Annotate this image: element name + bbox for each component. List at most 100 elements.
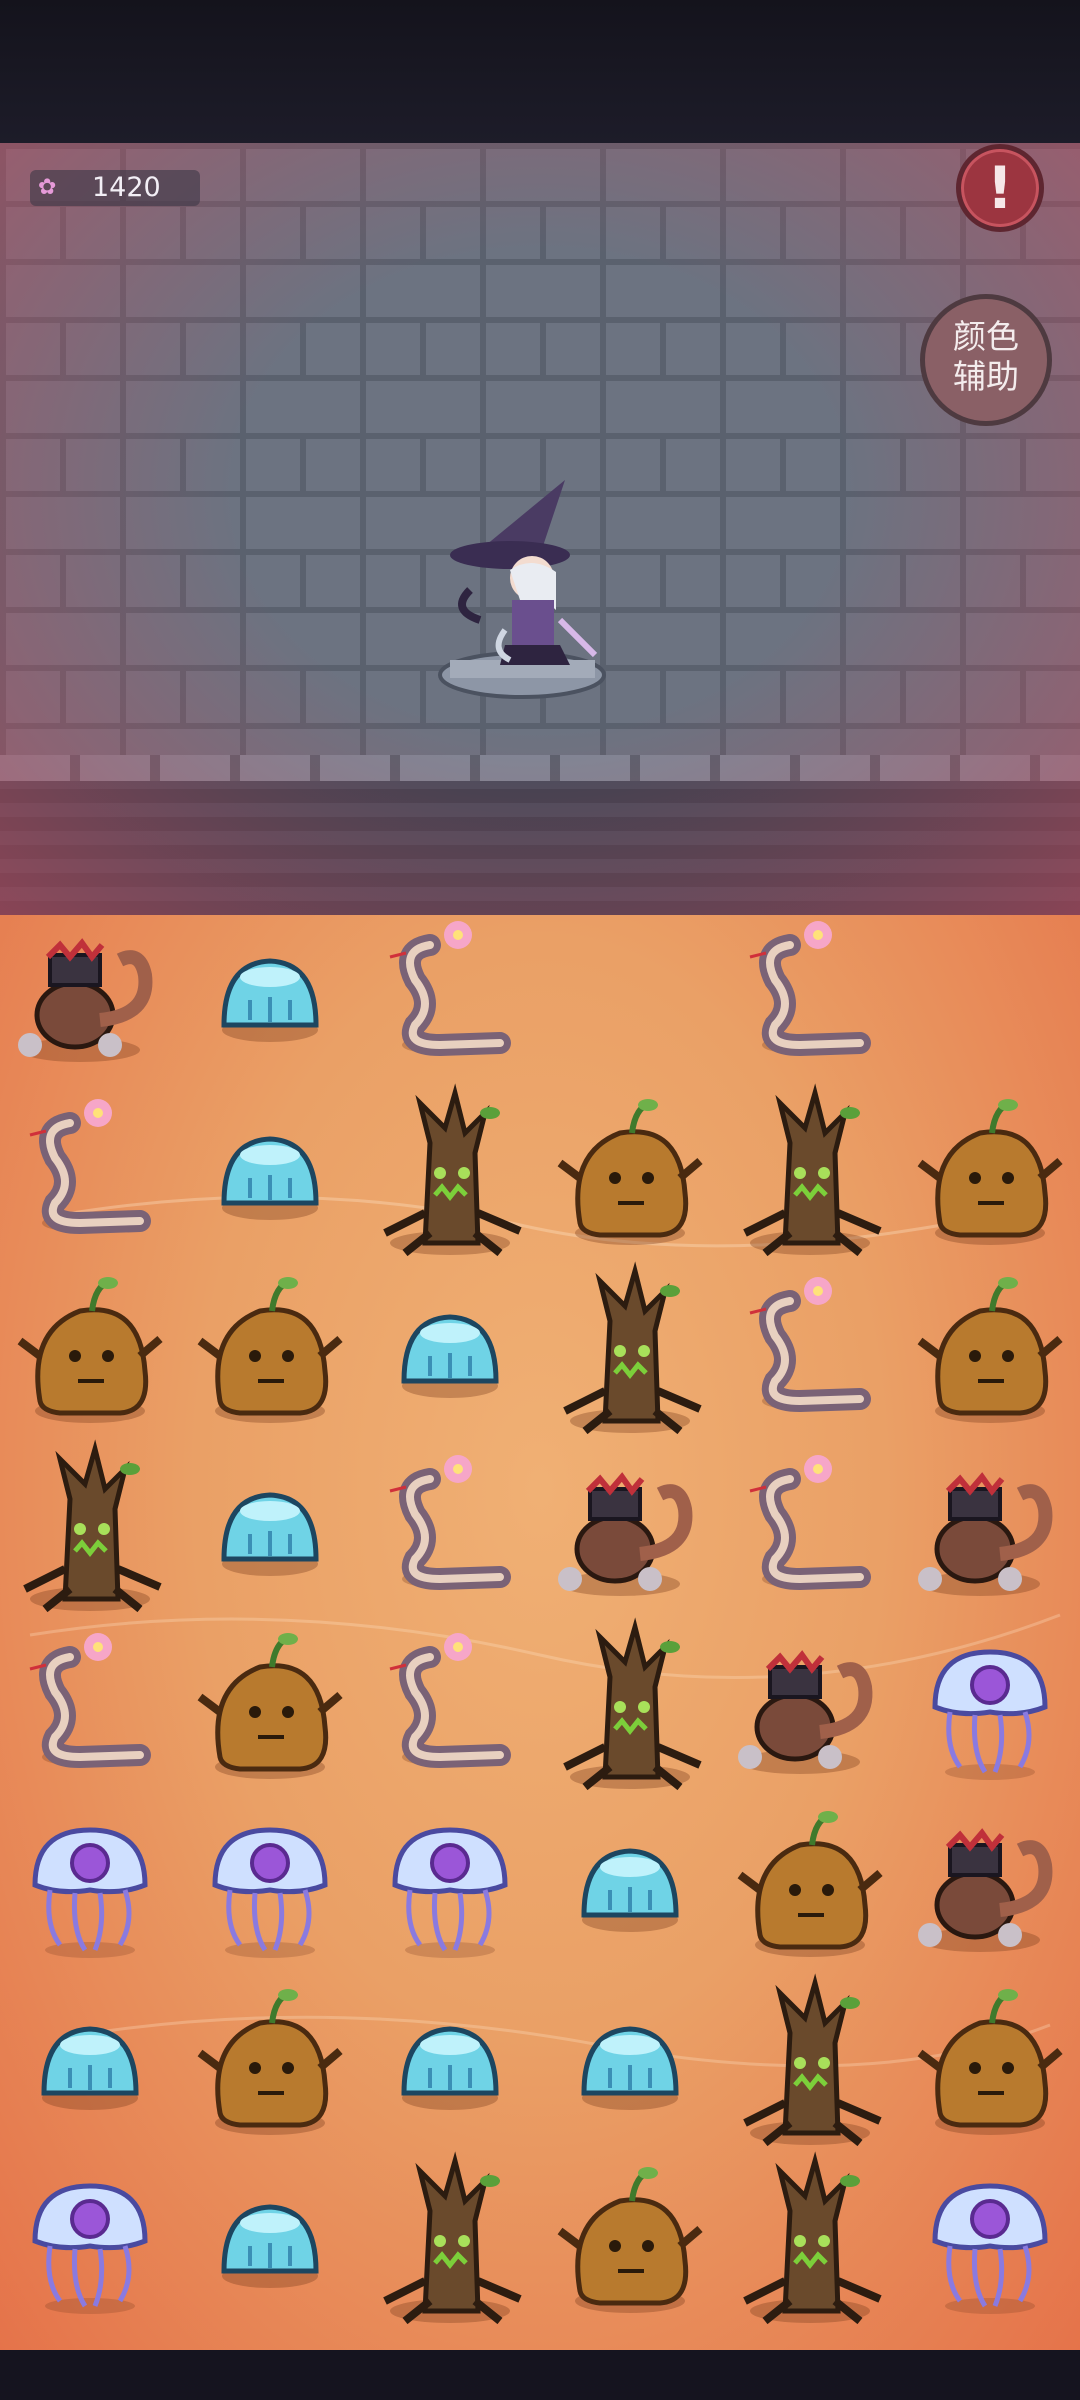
potato-icon: [917, 1099, 1063, 1245]
tile-snake[interactable]: [720, 915, 900, 1085]
tile-potato[interactable]: [900, 1261, 1080, 1441]
tile-potato[interactable]: [900, 1083, 1080, 1263]
top-status-bar: [0, 0, 1080, 143]
tile-scorpion[interactable]: [900, 1439, 1080, 1619]
snake-icon: [29, 1099, 151, 1235]
match-board[interactable]: [0, 915, 1080, 2350]
tree-icon: [383, 1083, 522, 1257]
slime-icon: [401, 2026, 499, 2110]
tile-potato[interactable]: [540, 1083, 720, 1263]
slime-icon: [221, 958, 319, 1042]
tile-potato[interactable]: [180, 1617, 360, 1797]
slime-icon: [401, 1314, 499, 1398]
flower-icon: ✿: [38, 175, 57, 200]
jellyfish-icon: [932, 2183, 1048, 2314]
tile-tree[interactable]: [0, 1439, 180, 1619]
scorpion-icon: [738, 1650, 873, 1774]
scorpion-icon: [918, 1472, 1053, 1596]
potato-icon: [557, 1099, 703, 1245]
bottom-bar: [0, 2350, 1080, 2400]
tile-jellyfish[interactable]: [0, 2151, 180, 2331]
tile-potato[interactable]: [540, 2151, 720, 2331]
tile-jellyfish[interactable]: [900, 2151, 1080, 2331]
potato-icon: [557, 2167, 703, 2313]
tile-tree[interactable]: [720, 1973, 900, 2153]
tile-scorpion[interactable]: [0, 915, 180, 1085]
tile-snake[interactable]: [360, 1617, 540, 1797]
tile-slime[interactable]: [360, 1973, 540, 2153]
tile-jellyfish[interactable]: [900, 1617, 1080, 1797]
alert-button[interactable]: !: [956, 144, 1044, 232]
tile-slime[interactable]: [360, 1261, 540, 1441]
snake-icon: [389, 1455, 511, 1591]
tile-jellyfish[interactable]: [0, 1795, 180, 1975]
tile-tree[interactable]: [360, 1083, 540, 1263]
tree-icon: [743, 1973, 882, 2147]
color-assist-button[interactable]: 颜色 辅助: [920, 294, 1052, 426]
potato-icon: [197, 1633, 343, 1779]
color-assist-label-line1: 颜色: [953, 317, 1019, 356]
tile-tree[interactable]: [540, 1261, 720, 1441]
tile-potato[interactable]: [720, 1795, 900, 1975]
potato-icon: [917, 1989, 1063, 2135]
tile-tree[interactable]: [720, 1083, 900, 1263]
jellyfish-icon: [932, 1649, 1048, 1780]
tile-scorpion[interactable]: [900, 1795, 1080, 1975]
snake-icon: [749, 1455, 871, 1591]
score-value: 1420: [92, 172, 161, 203]
tree-icon: [743, 1083, 882, 1257]
potato-icon: [197, 1989, 343, 2135]
tree-icon: [743, 2151, 882, 2325]
tile-tree[interactable]: [540, 1617, 720, 1797]
scorpion-icon: [558, 1472, 693, 1596]
tile-slime[interactable]: [180, 1439, 360, 1619]
tile-slime[interactable]: [540, 1795, 720, 1975]
tree-icon: [563, 1261, 702, 1435]
tile-potato[interactable]: [900, 1973, 1080, 2153]
jellyfish-icon: [212, 1827, 328, 1958]
score-counter: ✿ 1420: [30, 170, 200, 206]
slime-icon: [221, 2204, 319, 2288]
tile-tree[interactable]: [720, 2151, 900, 2331]
jellyfish-icon: [392, 1827, 508, 1958]
tile-snake[interactable]: [720, 1261, 900, 1441]
scorpion-icon: [918, 1828, 1053, 1952]
tile-slime[interactable]: [180, 915, 360, 1085]
tile-potato[interactable]: [180, 1261, 360, 1441]
tree-icon: [383, 2151, 522, 2325]
tree-icon: [23, 1439, 162, 1613]
snake-icon: [29, 1633, 151, 1769]
exclamation-icon: !: [986, 154, 1014, 222]
tile-potato[interactable]: [0, 1261, 180, 1441]
tile-slime[interactable]: [540, 1973, 720, 2153]
potato-icon: [737, 1811, 883, 1957]
tile-jellyfish[interactable]: [180, 1795, 360, 1975]
tile-tree[interactable]: [360, 2151, 540, 2331]
slime-icon: [221, 1136, 319, 1220]
slime-icon: [221, 1492, 319, 1576]
jellyfish-icon: [32, 1827, 148, 1958]
tile-snake[interactable]: [360, 915, 540, 1085]
tile-scorpion[interactable]: [540, 1439, 720, 1619]
potato-icon: [17, 1277, 163, 1423]
tile-potato[interactable]: [180, 1973, 360, 2153]
slime-icon: [581, 1848, 679, 1932]
slime-icon: [41, 2026, 139, 2110]
color-assist-label-line2: 辅助: [953, 357, 1019, 396]
tile-scorpion[interactable]: [720, 1617, 900, 1797]
slime-icon: [581, 2026, 679, 2110]
snake-icon: [749, 1277, 871, 1413]
tile-jellyfish[interactable]: [360, 1795, 540, 1975]
tile-slime[interactable]: [180, 2151, 360, 2331]
tile-snake[interactable]: [360, 1439, 540, 1619]
tile-snake[interactable]: [0, 1617, 180, 1797]
potato-icon: [197, 1277, 343, 1423]
snake-icon: [389, 921, 511, 1057]
tile-snake[interactable]: [720, 1439, 900, 1619]
tile-snake[interactable]: [0, 1083, 180, 1263]
tile-slime[interactable]: [180, 1083, 360, 1263]
tree-icon: [563, 1617, 702, 1791]
snake-icon: [389, 1633, 511, 1769]
tile-slime[interactable]: [0, 1973, 180, 2153]
scorpion-icon: [18, 938, 153, 1062]
